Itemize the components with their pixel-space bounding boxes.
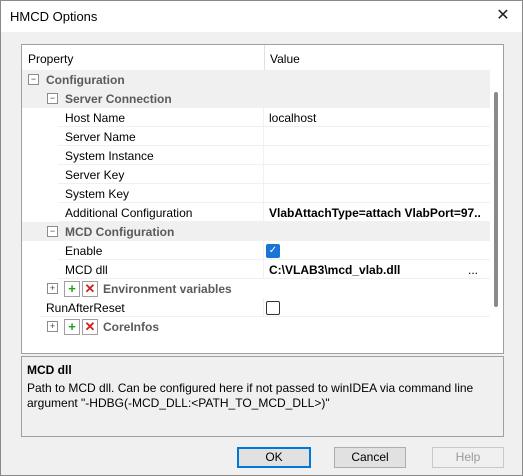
category-core-infos[interactable]: + + ✕ CoreInfos bbox=[22, 317, 490, 336]
value-column-header[interactable]: Value bbox=[270, 52, 300, 66]
mcd-dll-value[interactable]: C:\VLAB3\mcd_vlab.dll bbox=[269, 263, 459, 277]
category-label: Environment variables bbox=[103, 282, 232, 296]
property-row-server-name[interactable]: Server Name bbox=[22, 127, 490, 146]
collapse-icon[interactable]: − bbox=[28, 74, 39, 85]
options-dialog: HMCD Options ✕ Property Value − Configur… bbox=[0, 0, 523, 476]
category-environment-variables[interactable]: + + ✕ Environment variables bbox=[22, 279, 490, 298]
close-icon[interactable]: ✕ bbox=[492, 5, 514, 27]
property-name: Additional Configuration bbox=[65, 206, 193, 220]
category-label: MCD Configuration bbox=[65, 225, 175, 239]
scrollbar-thumb[interactable] bbox=[494, 92, 498, 307]
property-name: Enable bbox=[65, 244, 103, 258]
property-row-mcd-dll[interactable]: MCD dll C:\VLAB3\mcd_vlab.dll ... bbox=[22, 260, 490, 279]
host-name-value[interactable]: localhost bbox=[269, 111, 481, 125]
row-divider bbox=[263, 146, 264, 165]
collapse-icon[interactable]: − bbox=[47, 93, 58, 104]
vertical-scrollbar[interactable] bbox=[490, 72, 503, 353]
property-name: System Instance bbox=[65, 149, 154, 163]
description-text: Path to MCD dll. Can be configured here … bbox=[27, 381, 474, 410]
description-title: MCD dll bbox=[27, 363, 72, 377]
row-divider bbox=[263, 127, 264, 146]
category-configuration[interactable]: − Configuration bbox=[22, 70, 490, 89]
remove-icon[interactable]: ✕ bbox=[82, 281, 98, 297]
row-divider bbox=[263, 241, 264, 260]
browse-button[interactable]: ... bbox=[466, 263, 480, 277]
add-icon[interactable]: + bbox=[64, 281, 80, 297]
category-server-connection[interactable]: − Server Connection bbox=[22, 89, 490, 108]
expand-icon[interactable]: + bbox=[47, 283, 58, 294]
property-name: Server Name bbox=[65, 130, 136, 144]
row-divider bbox=[263, 260, 264, 279]
category-label: Configuration bbox=[46, 73, 125, 87]
property-name: Host Name bbox=[65, 111, 126, 125]
enable-checkbox[interactable]: ✓ bbox=[266, 244, 280, 258]
property-name: Server Key bbox=[65, 168, 125, 182]
property-row-system-key[interactable]: System Key bbox=[22, 184, 490, 203]
row-divider bbox=[263, 108, 264, 127]
property-row-additional-configuration[interactable]: Additional Configuration VlabAttachType=… bbox=[22, 203, 490, 222]
grid-header: Property Value bbox=[22, 45, 503, 73]
property-grid: Property Value − Configuration − Server … bbox=[21, 44, 504, 354]
property-row-host-name[interactable]: Host Name localhost bbox=[22, 108, 490, 127]
property-column-header[interactable]: Property bbox=[28, 52, 73, 66]
row-divider bbox=[263, 298, 264, 317]
help-button[interactable]: Help bbox=[432, 447, 504, 468]
property-row-system-instance[interactable]: System Instance bbox=[22, 146, 490, 165]
property-row-server-key[interactable]: Server Key bbox=[22, 165, 490, 184]
category-label: CoreInfos bbox=[103, 320, 160, 334]
category-mcd-configuration[interactable]: − MCD Configuration bbox=[22, 222, 490, 241]
remove-icon[interactable]: ✕ bbox=[82, 319, 98, 335]
property-name: RunAfterReset bbox=[46, 301, 125, 315]
property-name: MCD dll bbox=[65, 263, 108, 277]
ok-button[interactable]: OK bbox=[237, 447, 311, 468]
property-row-run-after-reset[interactable]: RunAfterReset bbox=[22, 298, 490, 317]
collapse-icon[interactable]: − bbox=[47, 226, 58, 237]
row-divider bbox=[263, 184, 264, 203]
title-bar: HMCD Options ✕ bbox=[1, 1, 522, 32]
add-icon[interactable]: + bbox=[64, 319, 80, 335]
cancel-button[interactable]: Cancel bbox=[334, 447, 406, 468]
row-divider bbox=[263, 203, 264, 222]
run-after-reset-checkbox[interactable] bbox=[266, 301, 280, 315]
column-divider[interactable] bbox=[264, 45, 265, 72]
window-title: HMCD Options bbox=[10, 9, 98, 24]
additional-configuration-value[interactable]: VlabAttachType=attach VlabPort=97... bbox=[269, 206, 481, 220]
property-name: System Key bbox=[65, 187, 130, 201]
expand-icon[interactable]: + bbox=[47, 321, 58, 332]
row-divider bbox=[263, 165, 264, 184]
category-label: Server Connection bbox=[65, 92, 172, 106]
description-panel: MCD dll Path to MCD dll. Can be configur… bbox=[21, 356, 504, 437]
property-row-enable[interactable]: Enable ✓ bbox=[22, 241, 490, 260]
